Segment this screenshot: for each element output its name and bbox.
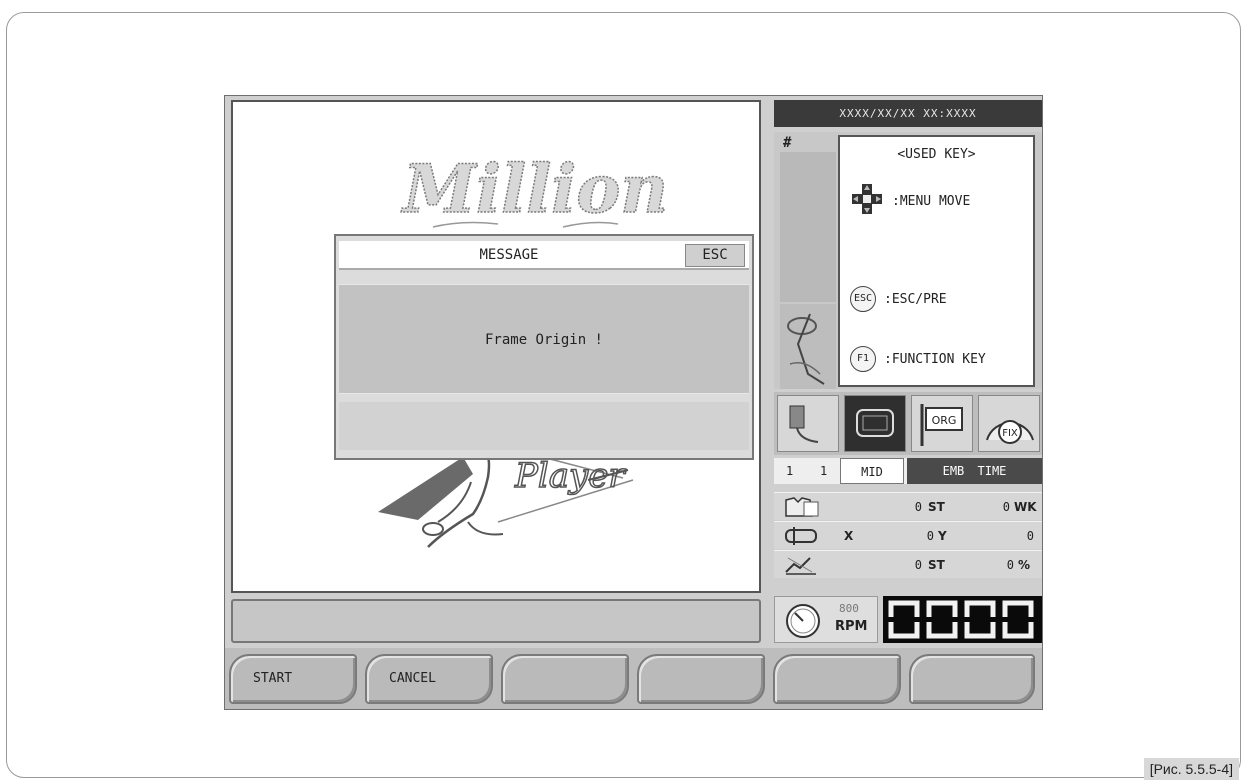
fix-label: FIX (1002, 428, 1018, 439)
design-number-label: # (783, 135, 792, 151)
cape-shape (378, 457, 473, 520)
emb-time-indicator[interactable]: EMB TIME (907, 458, 1042, 484)
frame-thread-icon[interactable] (777, 395, 839, 452)
logo-million: Million (401, 150, 668, 228)
dialog-body: Frame Origin ! (339, 284, 749, 394)
cancel-button[interactable]: CANCEL (365, 654, 493, 704)
thread-illustration (780, 304, 836, 389)
logo-player: Player (514, 456, 626, 496)
work-count: 0 (1002, 500, 1010, 514)
speed-box: 800 RPM (774, 596, 878, 643)
function-button-5[interactable] (773, 654, 901, 704)
dpad-icon (850, 182, 884, 220)
frame-icon[interactable] (844, 395, 906, 452)
dialog-esc-button[interactable]: ESC (685, 244, 745, 267)
function-key-bar: START CANCEL (225, 648, 1042, 709)
stat-row-stitch-work: 0 ST 0 WK (774, 492, 1042, 520)
mid-indicator[interactable]: MID (840, 458, 904, 484)
percent-unit: % (1018, 558, 1031, 572)
mode-icon-row: ORG FIX (774, 392, 1042, 455)
shirt-icon (782, 496, 822, 521)
used-key-title: <USED KEY> (897, 147, 976, 162)
progress-chart-icon (782, 554, 822, 579)
design-area: Million Player MESSAGE ESC Frame Origin … (231, 100, 761, 593)
machine-screen: Million Player MESSAGE ESC Frame Origin … (224, 95, 1043, 710)
stat-row-progress: 0 ST 0 % (774, 550, 1042, 578)
message-dialog: MESSAGE ESC Frame Origin ! (334, 234, 754, 460)
mode-label-row: 1 1 MID EMB TIME (774, 458, 1042, 484)
led-counter (883, 596, 1042, 643)
key-row-f1: F1 :FUNCTION KEY (850, 341, 986, 377)
esc-key-icon: ESC (850, 286, 876, 312)
datetime-bar: XXXX/XX/XX XX:XXXX (774, 100, 1042, 127)
start-button[interactable]: START (229, 654, 357, 704)
key-row-esc: ESC :ESC/PRE (850, 281, 947, 317)
used-key-box: <USED KEY> :MENU MOVE ESC:ESC/PRE F1:F… (838, 135, 1035, 387)
stitch-unit: ST (928, 500, 945, 514)
dialog-message: Frame Origin ! (484, 332, 603, 348)
info-panel: # <USED KEY>:MENU MOVE ESC:ESC/PRE F1 … (774, 132, 1042, 389)
dialog-title: MESSAGE (479, 247, 539, 263)
rpm-unit: RPM (835, 619, 868, 634)
key-label-menu-move: :MENU MOVE (892, 193, 971, 209)
origin-icon[interactable]: ORG (911, 395, 973, 452)
stat-row-xy: X 0 Y 0 (774, 521, 1042, 549)
fix-gauge-icon[interactable]: FIX (978, 395, 1040, 452)
key-row-menu-move: :MENU MOVE (850, 183, 970, 219)
f1-key-icon: F1 (850, 346, 876, 372)
stitch-unit-2: ST (928, 558, 945, 572)
frame-xy-icon (782, 525, 822, 550)
y-label: Y (938, 529, 947, 543)
function-button-4[interactable] (637, 654, 765, 704)
dialog-footer (339, 402, 749, 450)
function-button-6[interactable] (909, 654, 1035, 704)
x-value: 0 (1026, 529, 1034, 543)
mode-number-1: 1 (786, 464, 794, 478)
design-number-area (780, 152, 836, 302)
function-button-3[interactable] (501, 654, 629, 704)
status-line (231, 599, 761, 643)
origin-label: ORG (932, 414, 957, 427)
x-label: X (844, 529, 854, 543)
figure-caption: [Рис. 5.5.5-4] (1143, 758, 1239, 780)
stitch-count-2: 0 (914, 558, 922, 572)
stitch-count: 0 (914, 500, 922, 514)
mode-number-2: 1 (820, 464, 828, 478)
dialog-header: MESSAGE ESC (339, 241, 749, 270)
y-value: 0 (926, 529, 934, 543)
rpm-value: 800 (839, 602, 859, 615)
percent-value: 0 (1006, 558, 1014, 572)
key-label-f1: :FUNCTION KEY (884, 351, 986, 367)
key-label-esc: :ESC/PRE (884, 291, 947, 307)
work-unit: WK (1014, 500, 1037, 514)
